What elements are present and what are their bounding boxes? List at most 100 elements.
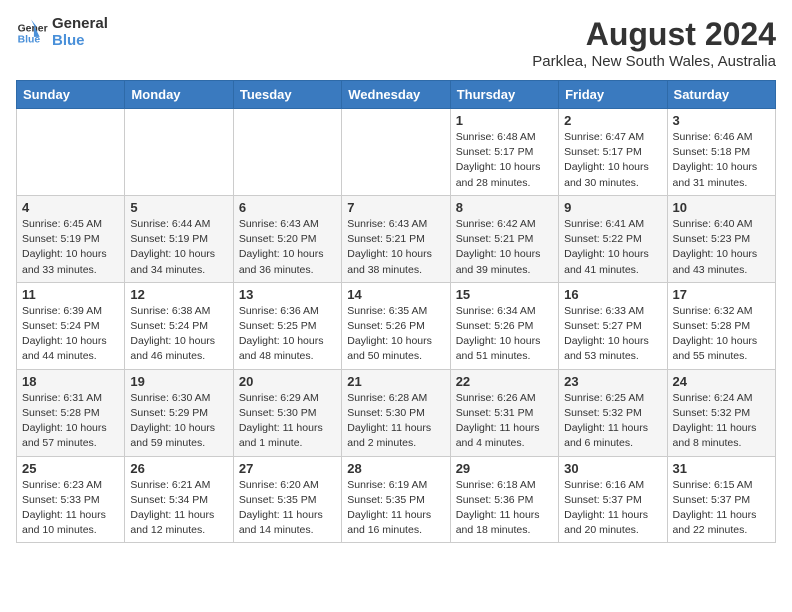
- calendar-cell: 14 Sunrise: 6:35 AMSunset: 5:26 PMDayligh…: [342, 282, 450, 369]
- calendar-cell: [125, 109, 233, 196]
- weekday-header-thursday: Thursday: [450, 81, 558, 109]
- calendar-cell: 22Sunrise: 6:26 AMSunset: 5:31 PMDayligh…: [450, 369, 558, 456]
- weekday-header-wednesday: Wednesday: [342, 81, 450, 109]
- calendar-cell: 12 Sunrise: 6:38 AMSunset: 5:24 PMDayligh…: [125, 282, 233, 369]
- calendar-cell: 1Sunrise: 6:48 AMSunset: 5:17 PMDaylight…: [450, 109, 558, 196]
- calendar-week-5: 25Sunrise: 6:23 AMSunset: 5:33 PMDayligh…: [17, 456, 776, 543]
- day-info: Sunrise: 6:31 AMSunset: 5:28 PMDaylight:…: [22, 391, 119, 452]
- logo-icon: General Blue: [16, 17, 48, 49]
- calendar-cell: 7Sunrise: 6:43 AMSunset: 5:21 PMDaylight…: [342, 195, 450, 282]
- calendar-cell: [342, 109, 450, 196]
- svg-text:General: General: [18, 23, 48, 34]
- day-info: Sunrise: 6:43 AMSunset: 5:20 PMDaylight:…: [239, 217, 336, 278]
- day-info: Sunrise: 6:20 AMSunset: 5:35 PMDaylight:…: [239, 478, 336, 539]
- day-number: 27: [239, 461, 336, 476]
- logo-general: General: [52, 16, 108, 33]
- day-info: Sunrise: 6:45 AMSunset: 5:19 PMDaylight:…: [22, 217, 119, 278]
- calendar-week-1: 1Sunrise: 6:48 AMSunset: 5:17 PMDaylight…: [17, 109, 776, 196]
- day-info: Sunrise: 6:40 AMSunset: 5:23 PMDaylight:…: [673, 217, 770, 278]
- day-number: 18: [22, 374, 119, 389]
- day-info: Sunrise: 6:26 AMSunset: 5:31 PMDaylight:…: [456, 391, 553, 452]
- calendar-cell: 25Sunrise: 6:23 AMSunset: 5:33 PMDayligh…: [17, 456, 125, 543]
- calendar-cell: 27 Sunrise: 6:20 AMSunset: 5:35 PMDayligh…: [233, 456, 341, 543]
- calendar-cell: 20 Sunrise: 6:29 AMSunset: 5:30 PMDayligh…: [233, 369, 341, 456]
- calendar-cell: [17, 109, 125, 196]
- calendar-cell: 16 Sunrise: 6:33 AMSunset: 5:27 PMDayligh…: [559, 282, 667, 369]
- day-info: Sunrise: 6:34 AMSunset: 5:26 PMDaylight:…: [456, 304, 553, 365]
- weekday-header-saturday: Saturday: [667, 81, 775, 109]
- day-number: 26: [130, 461, 227, 476]
- calendar-week-2: 4 Sunrise: 6:45 AMSunset: 5:19 PMDaylight…: [17, 195, 776, 282]
- day-number: 4: [22, 200, 119, 215]
- day-number: 19: [130, 374, 227, 389]
- calendar-cell: 6 Sunrise: 6:43 AMSunset: 5:20 PMDaylight…: [233, 195, 341, 282]
- calendar-cell: 29Sunrise: 6:18 AMSunset: 5:36 PMDayligh…: [450, 456, 558, 543]
- day-number: 3: [673, 113, 770, 128]
- calendar-week-4: 18 Sunrise: 6:31 AMSunset: 5:28 PMDayligh…: [17, 369, 776, 456]
- day-info: Sunrise: 6:35 AMSunset: 5:26 PMDaylight:…: [347, 304, 444, 365]
- day-info: Sunrise: 6:46 AMSunset: 5:18 PMDaylight:…: [673, 130, 770, 191]
- day-number: 12: [130, 287, 227, 302]
- day-number: 15: [456, 287, 553, 302]
- day-number: 10: [673, 200, 770, 215]
- day-number: 21: [347, 374, 444, 389]
- day-number: 16: [564, 287, 661, 302]
- calendar-cell: 10 Sunrise: 6:40 AMSunset: 5:23 PMDayligh…: [667, 195, 775, 282]
- day-info: Sunrise: 6:30 AMSunset: 5:29 PMDaylight:…: [130, 391, 227, 452]
- calendar-week-3: 11Sunrise: 6:39 AMSunset: 5:24 PMDayligh…: [17, 282, 776, 369]
- day-info: Sunrise: 6:19 AMSunset: 5:35 PMDaylight:…: [347, 478, 444, 539]
- day-number: 14: [347, 287, 444, 302]
- day-number: 5: [130, 200, 227, 215]
- weekday-header-tuesday: Tuesday: [233, 81, 341, 109]
- title-block: August 2024 Parklea, New South Wales, Au…: [532, 16, 776, 70]
- day-number: 20: [239, 374, 336, 389]
- calendar-table: SundayMondayTuesdayWednesdayThursdayFrid…: [16, 80, 776, 543]
- calendar-cell: 5 Sunrise: 6:44 AMSunset: 5:19 PMDaylight…: [125, 195, 233, 282]
- day-number: 11: [22, 287, 119, 302]
- logo-blue: Blue: [52, 33, 108, 50]
- day-info: Sunrise: 6:33 AMSunset: 5:27 PMDaylight:…: [564, 304, 661, 365]
- day-info: Sunrise: 6:32 AMSunset: 5:28 PMDaylight:…: [673, 304, 770, 365]
- day-number: 24: [673, 374, 770, 389]
- day-number: 17: [673, 287, 770, 302]
- day-number: 6: [239, 200, 336, 215]
- calendar-cell: 18 Sunrise: 6:31 AMSunset: 5:28 PMDayligh…: [17, 369, 125, 456]
- weekday-header-row: SundayMondayTuesdayWednesdayThursdayFrid…: [17, 81, 776, 109]
- day-info: Sunrise: 6:36 AMSunset: 5:25 PMDaylight:…: [239, 304, 336, 365]
- calendar-cell: 17 Sunrise: 6:32 AMSunset: 5:28 PMDayligh…: [667, 282, 775, 369]
- day-info: Sunrise: 6:23 AMSunset: 5:33 PMDaylight:…: [22, 478, 119, 539]
- day-info: Sunrise: 6:18 AMSunset: 5:36 PMDaylight:…: [456, 478, 553, 539]
- day-info: Sunrise: 6:47 AMSunset: 5:17 PMDaylight:…: [564, 130, 661, 191]
- calendar-cell: 21 Sunrise: 6:28 AMSunset: 5:30 PMDayligh…: [342, 369, 450, 456]
- day-number: 2: [564, 113, 661, 128]
- day-info: Sunrise: 6:29 AMSunset: 5:30 PMDaylight:…: [239, 391, 336, 452]
- calendar-cell: 8Sunrise: 6:42 AMSunset: 5:21 PMDaylight…: [450, 195, 558, 282]
- calendar-cell: 13 Sunrise: 6:36 AMSunset: 5:25 PMDayligh…: [233, 282, 341, 369]
- day-info: Sunrise: 6:25 AMSunset: 5:32 PMDaylight:…: [564, 391, 661, 452]
- day-info: Sunrise: 6:24 AMSunset: 5:32 PMDaylight:…: [673, 391, 770, 452]
- day-info: Sunrise: 6:28 AMSunset: 5:30 PMDaylight:…: [347, 391, 444, 452]
- day-number: 28: [347, 461, 444, 476]
- day-info: Sunrise: 6:44 AMSunset: 5:19 PMDaylight:…: [130, 217, 227, 278]
- day-number: 30: [564, 461, 661, 476]
- day-number: 9: [564, 200, 661, 215]
- calendar-cell: 11Sunrise: 6:39 AMSunset: 5:24 PMDayligh…: [17, 282, 125, 369]
- calendar-cell: 26 Sunrise: 6:21 AMSunset: 5:34 PMDayligh…: [125, 456, 233, 543]
- day-info: Sunrise: 6:38 AMSunset: 5:24 PMDaylight:…: [130, 304, 227, 365]
- calendar-cell: 9Sunrise: 6:41 AMSunset: 5:22 PMDaylight…: [559, 195, 667, 282]
- calendar-cell: 4 Sunrise: 6:45 AMSunset: 5:19 PMDaylight…: [17, 195, 125, 282]
- day-info: Sunrise: 6:21 AMSunset: 5:34 PMDaylight:…: [130, 478, 227, 539]
- page-subtitle: Parklea, New South Wales, Australia: [532, 53, 776, 70]
- day-info: Sunrise: 6:42 AMSunset: 5:21 PMDaylight:…: [456, 217, 553, 278]
- weekday-header-sunday: Sunday: [17, 81, 125, 109]
- calendar-cell: 23Sunrise: 6:25 AMSunset: 5:32 PMDayligh…: [559, 369, 667, 456]
- logo: General Blue General Blue: [16, 16, 108, 49]
- calendar-cell: 24 Sunrise: 6:24 AMSunset: 5:32 PMDayligh…: [667, 369, 775, 456]
- calendar-cell: 15 Sunrise: 6:34 AMSunset: 5:26 PMDayligh…: [450, 282, 558, 369]
- calendar-cell: 30Sunrise: 6:16 AMSunset: 5:37 PMDayligh…: [559, 456, 667, 543]
- page-title: August 2024: [532, 16, 776, 53]
- day-number: 1: [456, 113, 553, 128]
- calendar-cell: 19 Sunrise: 6:30 AMSunset: 5:29 PMDayligh…: [125, 369, 233, 456]
- weekday-header-monday: Monday: [125, 81, 233, 109]
- day-number: 13: [239, 287, 336, 302]
